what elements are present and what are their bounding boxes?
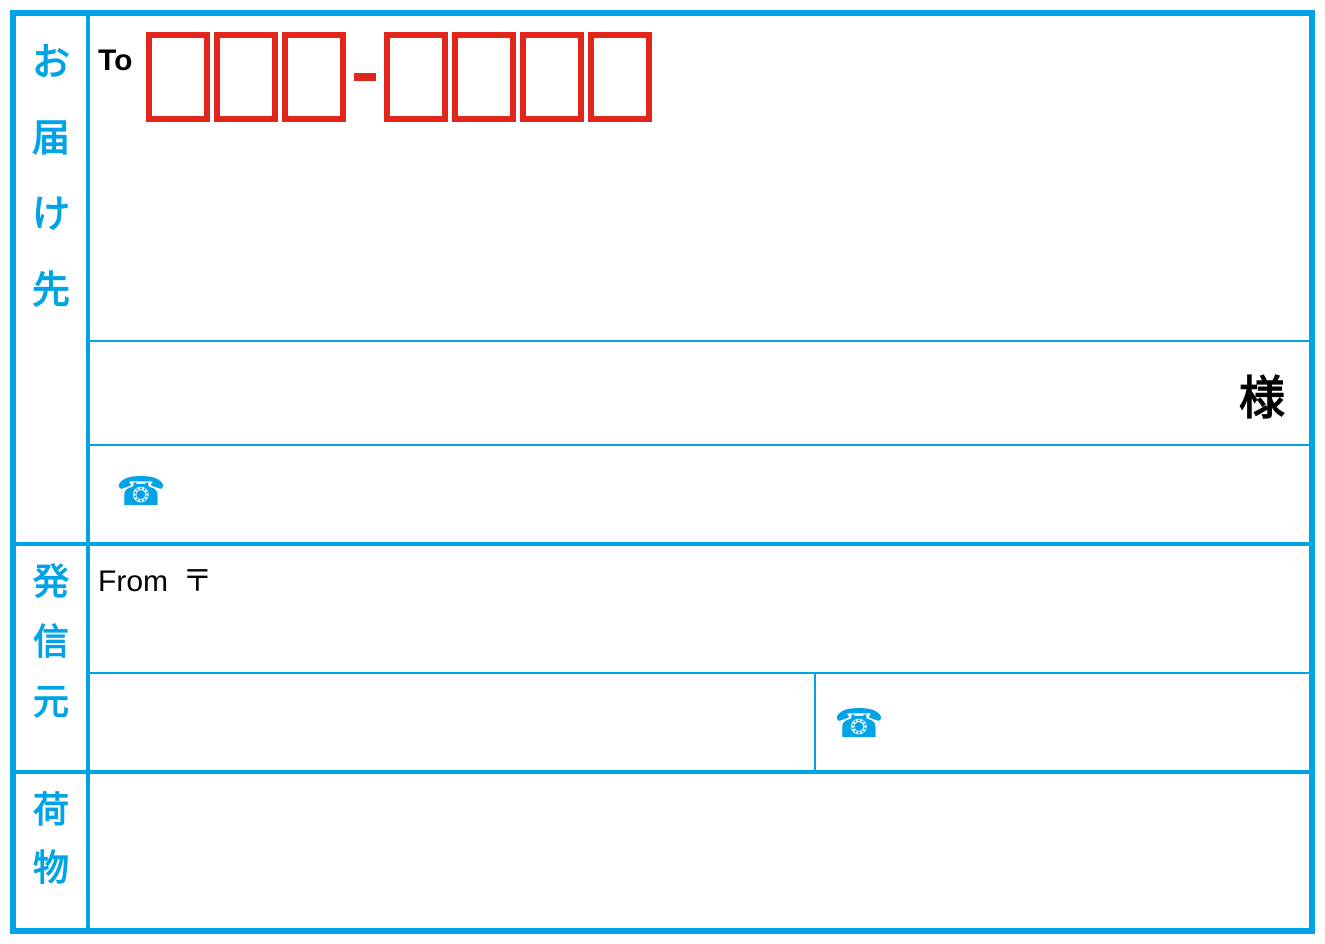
phone-icon: ☎ — [116, 472, 166, 512]
to-label: To — [98, 44, 132, 78]
cargo-description-field[interactable] — [90, 776, 1305, 924]
phone-icon: ☎ — [834, 704, 884, 744]
postal-box-4[interactable] — [384, 32, 448, 122]
sender-address-name-divider — [86, 672, 1309, 674]
cargo-label-char-1: 荷 — [33, 792, 69, 828]
sender-name-phone-divider — [814, 672, 816, 770]
sender-cargo-divider — [16, 770, 1309, 774]
recipient-label-char-3: け — [32, 196, 70, 234]
sender-label-char-2: 信 — [33, 624, 69, 660]
recipient-name-phone-divider — [86, 444, 1309, 446]
recipient-sender-divider — [16, 542, 1309, 546]
sender-phone-field[interactable] — [884, 676, 1305, 766]
postal-box-2[interactable] — [214, 32, 278, 122]
recipient-label-char-2: 届 — [32, 120, 70, 158]
sender-name-field[interactable] — [90, 676, 810, 766]
sender-section-label: 発 信 元 — [16, 546, 86, 770]
postal-box-5[interactable] — [452, 32, 516, 122]
recipient-section-label: お 届 け 先 — [16, 16, 86, 542]
postal-dash — [354, 73, 376, 81]
recipient-name-field[interactable] — [90, 344, 1305, 440]
sender-label-char-1: 発 — [33, 564, 69, 600]
cargo-label-char-2: 物 — [33, 850, 69, 886]
recipient-honorific: 様 — [1239, 362, 1285, 428]
recipient-label-char-4: 先 — [32, 272, 70, 310]
cargo-section-label: 荷 物 — [16, 774, 86, 926]
from-text: From — [98, 565, 168, 598]
recipient-postal-code-boxes[interactable] — [146, 32, 652, 122]
from-label: From 〒 — [98, 556, 212, 600]
outer-frame: お 届 け 先 発 信 元 荷 物 To 様 — [10, 10, 1315, 934]
postal-box-6[interactable] — [520, 32, 584, 122]
recipient-label-char-1: お — [32, 44, 70, 82]
sender-address-field[interactable] — [226, 550, 1305, 668]
postal-box-1[interactable] — [146, 32, 210, 122]
recipient-address-name-divider — [86, 340, 1309, 342]
shipping-label-sheet: お 届 け 先 発 信 元 荷 物 To 様 — [0, 0, 1325, 944]
postal-box-7[interactable] — [588, 32, 652, 122]
recipient-address-field[interactable] — [90, 136, 1305, 336]
postal-box-3[interactable] — [282, 32, 346, 122]
sender-label-char-3: 元 — [33, 684, 69, 720]
postal-mark-icon: 〒 — [182, 565, 212, 598]
recipient-phone-field[interactable] — [166, 448, 1305, 538]
